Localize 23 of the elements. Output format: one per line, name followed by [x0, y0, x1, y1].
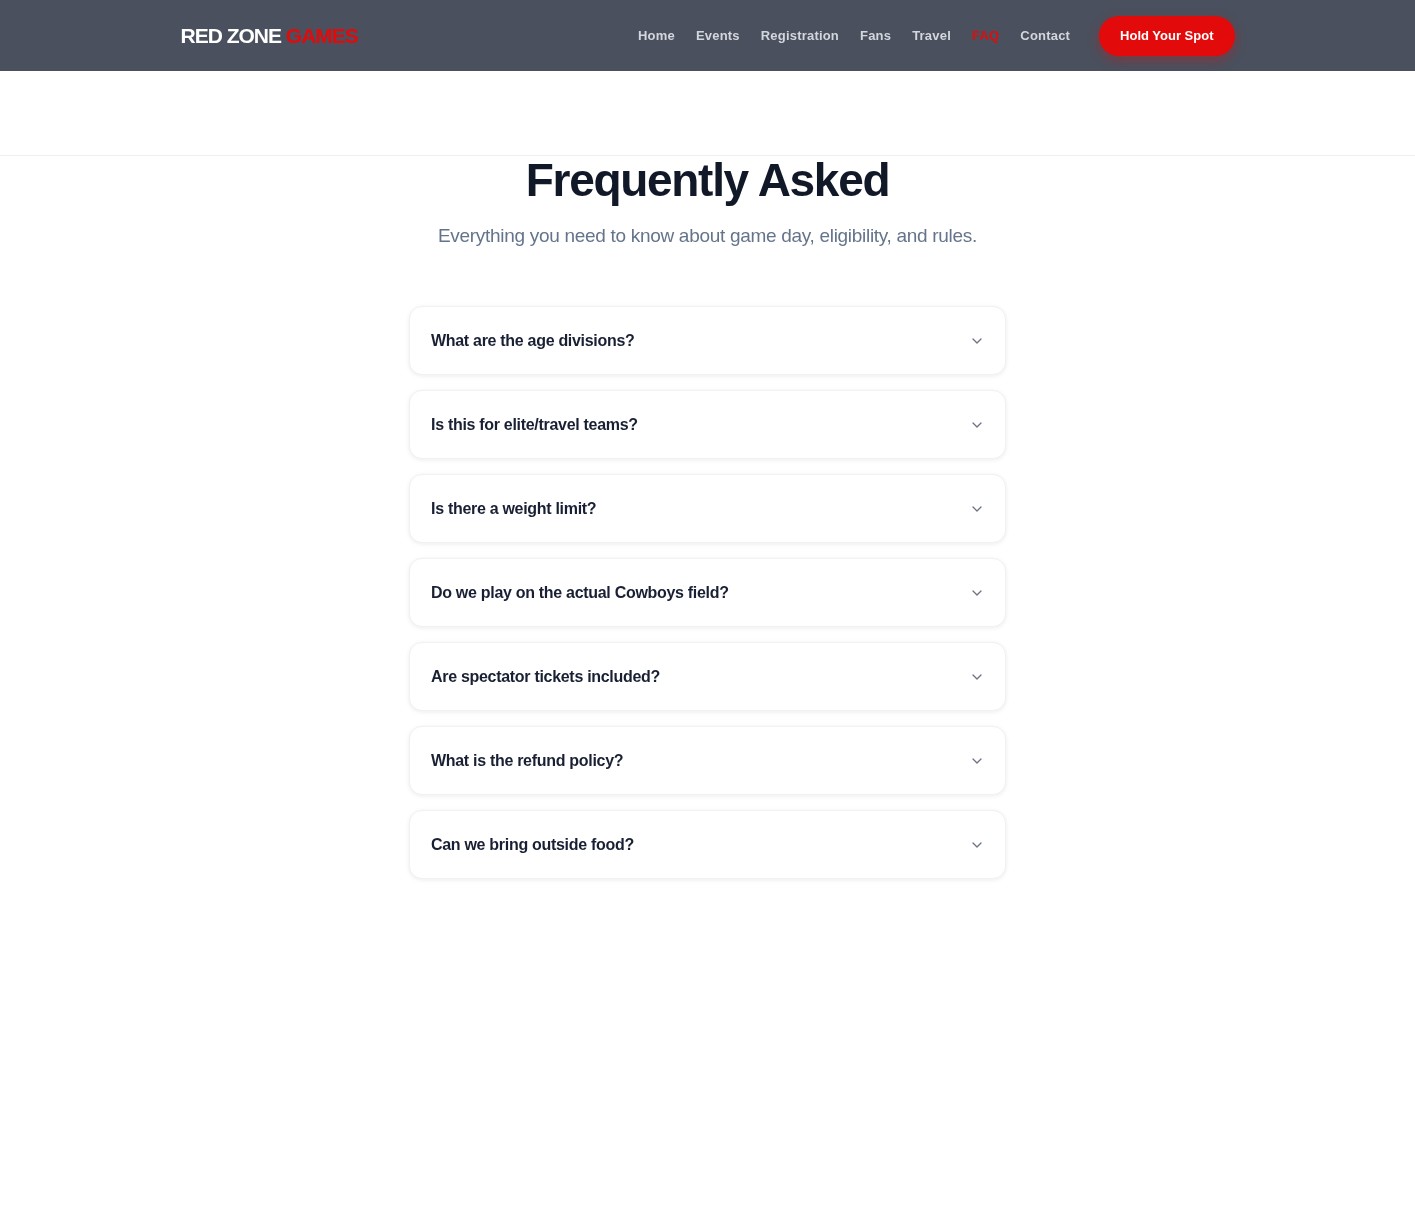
faq-item[interactable]: Is this for elite/travel teams? [409, 390, 1006, 459]
nav-link[interactable]: Registration [760, 28, 839, 43]
faq-question: Is there a weight limit? [431, 499, 597, 518]
nav-link[interactable]: Contact [1020, 28, 1071, 43]
faq-question: What are the age divisions? [431, 331, 635, 350]
nav-link[interactable]: Home [638, 28, 675, 43]
hold-spot-button[interactable]: Hold Your Spot [1099, 15, 1235, 56]
faq-item[interactable]: Can we bring outside food? [409, 810, 1006, 879]
faq-question: Do we play on the actual Cowboys field? [431, 583, 729, 602]
faq-subtitle: Everything you need to know about game day, eligibility, and rules. [438, 224, 977, 248]
faq-item[interactable]: What are the age divisions? [409, 306, 1006, 375]
faq-item[interactable]: Do we play on the actual Cowboys field? [409, 558, 1006, 627]
faq-question: Are spectator tickets included? [431, 667, 660, 686]
faq-item[interactable]: Is there a weight limit? [409, 474, 1006, 543]
nav-link[interactable]: Travel [912, 28, 951, 43]
faq-question: Can we bring outside food? [431, 835, 634, 854]
logo[interactable]: RED ZONE GAMES [180, 23, 358, 48]
faq-question: Is this for elite/travel teams? [431, 415, 638, 434]
nav-link[interactable]: Fans [860, 28, 892, 43]
faq-question: What is the refund policy? [431, 751, 624, 770]
faq-item[interactable]: What is the refund policy? [409, 726, 1006, 795]
nav-link[interactable]: Events [695, 28, 740, 43]
faq-item[interactable]: Are spectator tickets included? [409, 642, 1006, 711]
